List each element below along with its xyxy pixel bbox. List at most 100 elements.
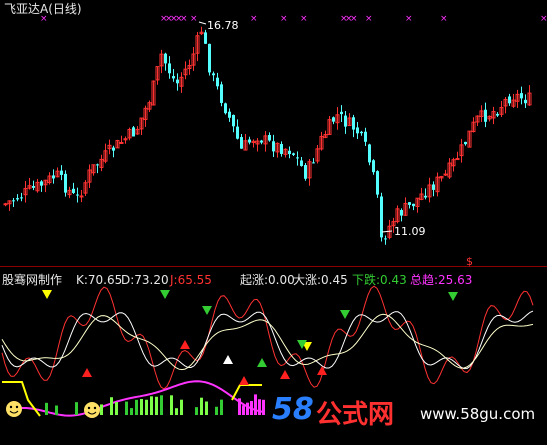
top-marker: × xyxy=(350,14,358,24)
histogram-bar xyxy=(135,399,138,415)
candle-body xyxy=(212,73,215,76)
red-up-arrow xyxy=(280,370,290,379)
candle-body xyxy=(20,197,23,199)
candle-body xyxy=(368,144,371,163)
candle-body xyxy=(443,173,448,176)
histogram-bar xyxy=(115,401,118,415)
histogram-bar xyxy=(170,395,173,415)
candle-body xyxy=(12,200,15,202)
red-up-arrow xyxy=(239,376,249,385)
high-price-label: 16.78 xyxy=(207,19,239,32)
candle-body xyxy=(240,137,243,149)
pane-divider xyxy=(0,266,547,267)
histogram-bar xyxy=(55,405,58,415)
candle-body xyxy=(52,175,55,179)
candle-body xyxy=(268,134,271,141)
candle-body xyxy=(292,153,295,155)
candle-body xyxy=(304,165,307,179)
candle-body xyxy=(352,117,355,130)
histogram-bar xyxy=(200,397,203,415)
histogram-bar xyxy=(175,408,178,415)
candle-body xyxy=(3,203,8,206)
chart-window: × × × × × × × × × × × × × × × × × 飞亚达A(日线) 16.78 11.09 $… xyxy=(0,0,547,445)
candle-body xyxy=(208,43,211,73)
zongqu-value: 总趋:25.63 xyxy=(410,273,473,287)
stock-name: 飞亚达A xyxy=(4,2,49,16)
histogram-bar xyxy=(110,397,113,415)
candle-body xyxy=(376,171,379,195)
histogram-bar xyxy=(258,399,261,415)
low-price-label: 11.09 xyxy=(394,225,426,238)
candle-body xyxy=(216,77,219,87)
histogram-bar xyxy=(130,408,133,415)
candle-body xyxy=(64,173,67,193)
candle-body xyxy=(204,32,207,44)
histogram-bar xyxy=(180,399,183,415)
candle-body xyxy=(79,195,84,198)
candle-body xyxy=(380,196,383,238)
period-label: (日线) xyxy=(48,2,82,16)
candle-body xyxy=(40,181,43,186)
histogram-bar xyxy=(125,401,128,415)
candle-body xyxy=(340,111,343,115)
smiley-eye xyxy=(87,406,91,410)
candle-body xyxy=(168,63,171,74)
red-up-arrow xyxy=(82,368,92,377)
watermark-cn: 公式网 xyxy=(316,400,395,430)
top-marker: × xyxy=(190,14,198,24)
candle-body xyxy=(364,131,367,142)
chart-canvas[interactable]: × ××××× × × × × ××× × × × × xyxy=(0,0,547,445)
candle-body xyxy=(496,113,499,116)
candle-body xyxy=(412,203,415,207)
j-value: J:65.55 xyxy=(170,273,212,287)
smiley-icon xyxy=(84,402,100,418)
top-marker: × xyxy=(180,14,188,24)
candle-body xyxy=(296,157,299,159)
xiadie-value: 下跌:0.43 xyxy=(352,273,407,287)
dazhang-value: 大涨:0.45 xyxy=(293,273,348,287)
d-value: D:73.20 xyxy=(121,273,169,287)
green-down-arrow xyxy=(448,292,458,301)
histogram-bar xyxy=(75,402,78,415)
top-marker: × xyxy=(440,14,448,24)
histogram-bar xyxy=(262,399,265,415)
top-marker: × xyxy=(280,14,288,24)
top-marker: × xyxy=(405,14,413,24)
candle-body xyxy=(288,150,291,155)
histogram-bar xyxy=(45,402,48,415)
green-up-arrow xyxy=(257,358,267,367)
candle-body xyxy=(132,127,135,137)
candle-body xyxy=(176,79,179,84)
candle-body xyxy=(520,93,523,99)
smiley-eye xyxy=(15,405,19,409)
histogram-bar xyxy=(150,396,153,415)
k-value: K:70.65 xyxy=(76,273,123,287)
yellow-line xyxy=(231,384,262,401)
histogram-bar xyxy=(238,398,241,415)
candle-body xyxy=(432,184,435,190)
candle-body xyxy=(400,209,403,216)
candle-body xyxy=(232,114,235,127)
candle-body xyxy=(60,170,63,175)
candle-body xyxy=(360,131,363,134)
histogram-bar xyxy=(250,400,253,415)
stock-title: 飞亚达A(日线) xyxy=(4,2,82,16)
smiley-icon xyxy=(6,401,22,417)
histogram-bar xyxy=(205,401,208,415)
top-marker: × xyxy=(540,14,547,24)
histogram-bar xyxy=(242,405,245,415)
candle-body xyxy=(408,202,411,205)
candle-body xyxy=(96,164,99,166)
top-marker: × xyxy=(250,14,258,24)
candle-body xyxy=(32,185,35,188)
histogram-bar xyxy=(254,394,257,415)
candle-body xyxy=(260,140,263,143)
candle-body xyxy=(164,53,167,64)
candle-body xyxy=(424,195,427,198)
histogram-bar xyxy=(145,399,148,415)
candle-body xyxy=(455,158,460,161)
candle-body xyxy=(272,141,275,152)
candle-body xyxy=(312,162,315,164)
watermark-url: www.58gu.com xyxy=(420,405,536,423)
histogram-bar xyxy=(220,399,223,415)
